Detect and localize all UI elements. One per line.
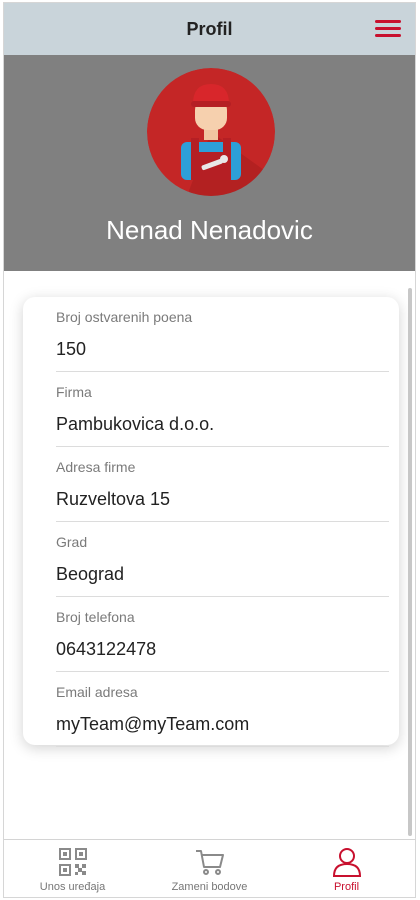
bottom-navigation: Unos uređaja Zameni bodove Profil (4, 839, 415, 897)
field-label: Firma (56, 384, 92, 400)
field-city: Grad Beograd (56, 522, 389, 597)
field-label: Email adresa (56, 684, 138, 700)
profile-screen: Profil Nenad Nenadovic Broj ostvarenih p… (3, 2, 416, 898)
nav-label: Unos uređaja (39, 881, 106, 893)
cart-icon (195, 850, 224, 875)
field-label: Grad (56, 534, 88, 550)
nav-item-redeem-points[interactable]: Zameni bodove (141, 840, 278, 897)
field-value: Ruzveltova 15 (56, 489, 171, 509)
field-value: myTeam@myTeam.com (56, 714, 250, 734)
field-label: Broj telefona (56, 609, 135, 625)
top-bar: Profil (4, 3, 415, 55)
profile-header: Nenad Nenadovic (4, 55, 415, 271)
page-title: Profil (186, 18, 233, 39)
field-value: 0643122478 (56, 639, 157, 659)
field-label: Adresa firme (56, 459, 136, 475)
nav-label: Zameni bodove (171, 881, 248, 893)
field-value: 150 (56, 339, 87, 359)
field-phone: Broj telefona 0643122478 (56, 597, 389, 672)
mechanic-avatar-icon (147, 68, 275, 196)
qr-code-icon (58, 848, 87, 876)
scrollbar[interactable] (408, 288, 412, 836)
field-label: Broj ostvarenih poena (56, 309, 193, 325)
user-name: Nenad Nenadovic (106, 215, 313, 245)
field-value: Pambukovica d.o.o. (56, 414, 215, 434)
field-email: Email adresa myTeam@myTeam.com (56, 672, 389, 747)
nav-label: Profil (333, 881, 360, 893)
profile-info-card: Broj ostvarenih poena 150 Firma Pambukov… (23, 297, 399, 747)
field-company-address: Adresa firme Ruzveltova 15 (56, 447, 389, 522)
user-icon (332, 848, 361, 877)
nav-item-device-entry[interactable]: Unos uređaja (4, 840, 141, 897)
field-points: Broj ostvarenih poena 150 (56, 297, 389, 372)
field-value: Beograd (56, 564, 125, 584)
field-company: Firma Pambukovica d.o.o. (56, 372, 389, 447)
nav-item-profile[interactable]: Profil (278, 840, 415, 897)
hamburger-menu-icon[interactable] (375, 20, 401, 40)
